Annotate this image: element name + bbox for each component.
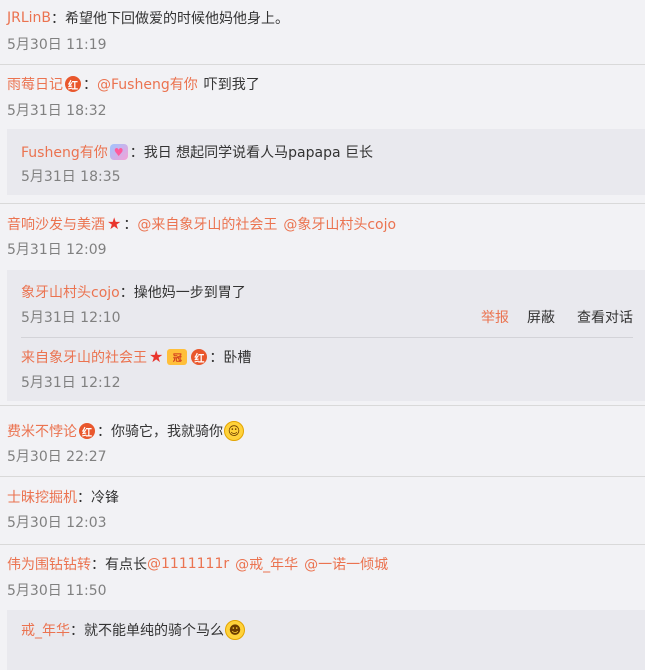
divider — [21, 337, 633, 338]
comment-user[interactable]: 费米不悖论 — [7, 421, 77, 441]
reply-user[interactable]: 戒_年华 — [21, 620, 70, 640]
comment-time: 5月30日 22:27 — [7, 449, 107, 465]
comment-time: 5月31日 12:09 — [7, 242, 107, 258]
red-badge-icon: 红 — [65, 76, 81, 92]
view-conversation-button[interactable]: 查看对话 — [577, 308, 633, 328]
heart-badge-icon: ♥ — [109, 144, 128, 160]
reply-text: 操他妈一步到胃了 — [133, 285, 246, 301]
reply-box: Fusheng有你 ♥ ： 我日 想起同学说看人马papapa 巨长 5月31日… — [7, 129, 645, 195]
comment-time: 5月30日 11:19 — [7, 37, 107, 53]
mention-link[interactable]: @戒_年华 — [235, 554, 298, 574]
reply-line: Fusheng有你 ♥ ： 我日 想起同学说看人马papapa 巨长 — [21, 142, 373, 162]
comment-user[interactable]: 雨莓日记 — [7, 74, 63, 94]
reply-actions: 举报 屏蔽 查看对话 — [481, 308, 633, 328]
colon: ： — [91, 557, 105, 573]
comment-item: 费米不悖论 红 ： 你骑它，我就骑你 ☺ 5月30日 22:27 — [0, 405, 645, 476]
reply-line: 象牙山村头cojo ： 操他妈一步到胃了 — [21, 282, 246, 302]
comment-line: 雨莓日记 红 ： @Fusheng有你 吓到我了 — [7, 74, 260, 94]
reply-user[interactable]: 来自象牙山的社会王 — [21, 347, 147, 367]
smile-emoji-icon: ☺ — [224, 421, 244, 441]
comment-text: 你骑它，我就骑你 — [111, 424, 223, 440]
colon: ： — [129, 145, 144, 161]
mention-link[interactable]: @一诺一倾城 — [304, 554, 388, 574]
colon: ： — [51, 11, 66, 27]
mention-link[interactable]: @1111111r — [147, 556, 229, 572]
red-badge-icon: 红 — [79, 423, 95, 439]
comment-time: 5月30日 12:03 — [7, 515, 107, 531]
comment-item: JRLinB ： 希望他下回做爱的时候他妈他身上。 5月30日 11:19 — [0, 0, 645, 64]
mention-link[interactable]: @象牙山村头cojo — [283, 214, 396, 234]
reply-user[interactable]: Fusheng有你 — [21, 142, 108, 162]
colon: ： — [123, 217, 138, 233]
reply-text: 就不能单纯的骑个马么 — [84, 623, 224, 639]
reply-user[interactable]: 象牙山村头cojo — [21, 282, 120, 302]
colon: ： — [97, 424, 111, 440]
colon: ： — [77, 490, 91, 506]
comment-item: 音响沙发与美酒 ★ ： @来自象牙山的社会王 @象牙山村头cojo 5月31日 … — [0, 203, 645, 405]
reply-time: 5月31日 12:10 — [21, 310, 121, 326]
reply-text: 卧槽 — [223, 350, 252, 366]
reply-line: 来自象牙山的社会王 ★ 冠 红 ： 卧槽 — [21, 347, 251, 367]
reply-text: 我日 想起同学说看人马papapa 巨长 — [143, 145, 374, 161]
star-badge-icon: ★ — [149, 347, 164, 366]
reply-time: 5月31日 12:12 — [21, 375, 121, 391]
reply-time: 5月31日 18:35 — [21, 169, 121, 185]
comment-user[interactable]: 士昧挖掘机 — [7, 487, 77, 507]
reply-box: 戒_年华 ： 就不能单纯的骑个马么 ☻ — [7, 610, 645, 670]
comment-text: 冷锋 — [91, 490, 119, 506]
comment-line: JRLinB ： 希望他下回做爱的时候他妈他身上。 — [7, 8, 289, 28]
comment-item: 雨莓日记 红 ： @Fusheng有你 吓到我了 5月31日 18:32 Fus… — [0, 64, 645, 203]
reply-line: 戒_年华 ： 就不能单纯的骑个马么 ☻ — [21, 620, 245, 640]
grin-emoji-icon: ☻ — [225, 620, 245, 640]
comment-text: 有点长 — [105, 557, 147, 573]
mention-link[interactable]: @Fusheng有你 — [97, 74, 198, 94]
comment-time: 5月31日 18:32 — [7, 103, 107, 119]
mention-link[interactable]: @来自象牙山的社会王 — [137, 214, 277, 234]
reply-box: 象牙山村头cojo ： 操他妈一步到胃了 5月31日 12:10 举报 屏蔽 查… — [7, 270, 645, 401]
comment-line: 伟为围钻钻转 ： 有点长 @1111111r @戒_年华 @一诺一倾城 — [7, 554, 388, 574]
colon: ： — [209, 350, 224, 366]
comment-user[interactable]: 伟为围钻钻转 — [7, 554, 91, 574]
comment-text: 吓到我了 — [203, 77, 260, 93]
comment-time: 5月30日 11:50 — [7, 583, 107, 599]
comment-text: 希望他下回做爱的时候他妈他身上。 — [65, 11, 290, 27]
report-button[interactable]: 举报 — [481, 308, 509, 328]
colon: ： — [83, 77, 97, 93]
colon: ： — [70, 623, 84, 639]
red-badge-icon: 红 — [191, 349, 208, 365]
crown-badge-icon: 冠 — [167, 349, 188, 365]
comment-line: 费米不悖论 红 ： 你骑它，我就骑你 ☺ — [7, 421, 244, 441]
comment-user[interactable]: 音响沙发与美酒 — [7, 214, 105, 234]
comment-line: 音响沙发与美酒 ★ ： @来自象牙山的社会王 @象牙山村头cojo — [7, 214, 396, 234]
comment-user[interactable]: JRLinB — [7, 10, 51, 26]
star-badge-icon: ★ — [107, 214, 122, 233]
colon: ： — [119, 285, 134, 301]
comment-line: 士昧挖掘机 ： 冷锋 — [7, 487, 119, 507]
comment-item: 士昧挖掘机 ： 冷锋 5月30日 12:03 — [0, 476, 645, 544]
block-button[interactable]: 屏蔽 — [527, 308, 555, 328]
